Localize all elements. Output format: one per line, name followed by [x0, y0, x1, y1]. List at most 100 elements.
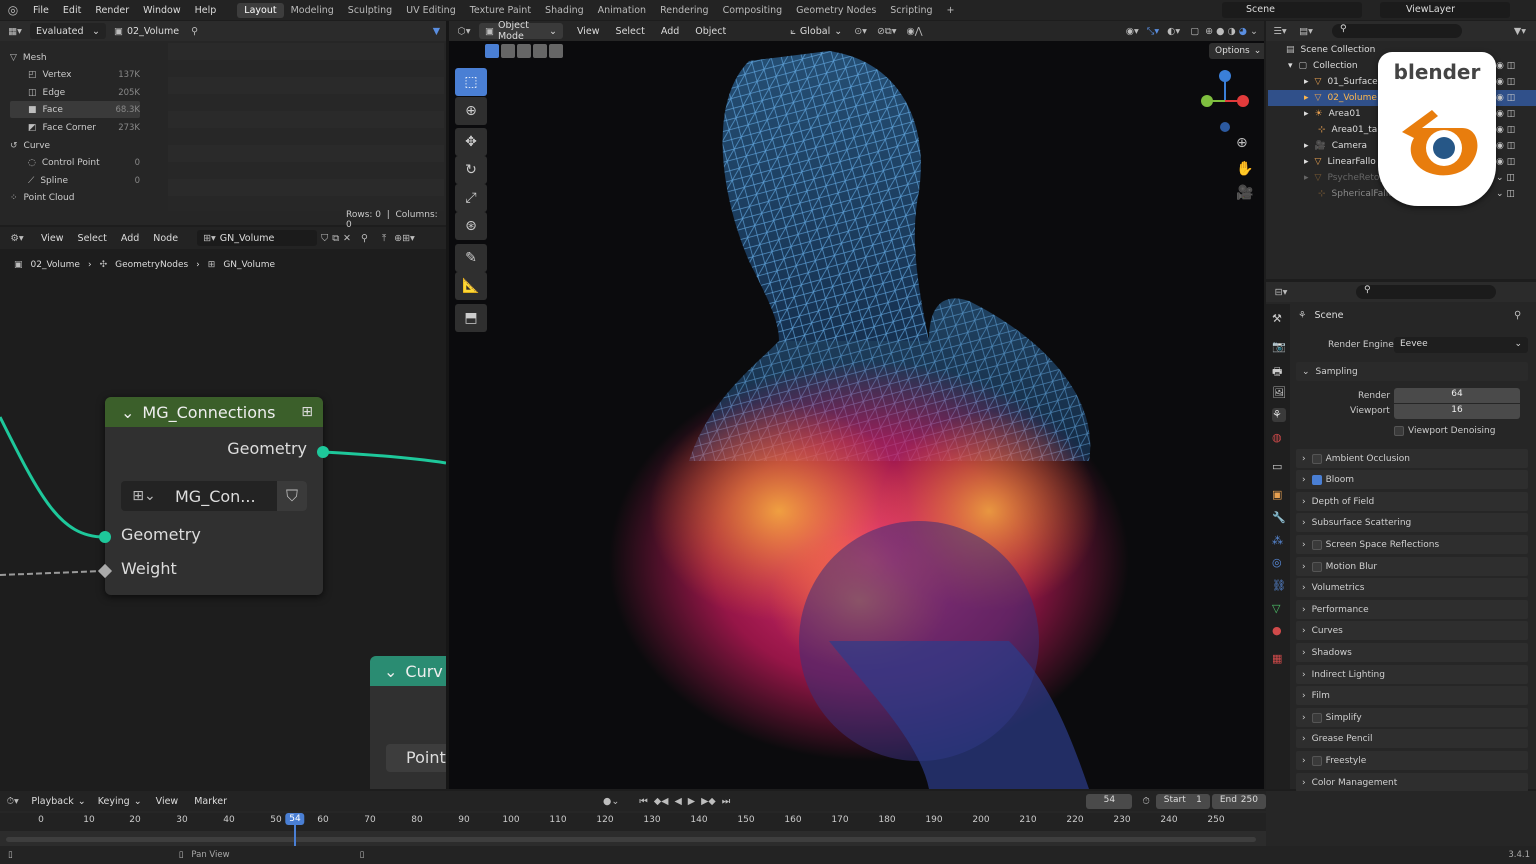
shading-material-icon[interactable]: ◑: [1227, 26, 1235, 37]
panel-bloom[interactable]: › Bloom: [1296, 470, 1528, 489]
tab-uv-editing[interactable]: UV Editing: [399, 3, 463, 18]
tab-modeling[interactable]: Modeling: [284, 3, 341, 18]
tree-vertex[interactable]: ◰ Vertex 137K: [28, 66, 140, 83]
material-tab-icon[interactable]: ●: [1272, 624, 1286, 638]
pan-hand-icon[interactable]: ✋: [1236, 161, 1253, 177]
start-frame-field[interactable]: Start 1: [1155, 793, 1210, 809]
render-samples-field[interactable]: 64: [1394, 388, 1520, 403]
socket-geometry-in[interactable]: [99, 531, 111, 543]
outliner-visibility-column[interactable]: ◉ ◫ ◉ ◫ ◉ ◫ ◉ ◫ ◉ ◫ ◉ ◫ ◉ ◫ ⌄ ◫ ⌄ ◫: [1496, 58, 1532, 199]
gizmo-icon[interactable]: ⤡▾: [1147, 26, 1159, 37]
panel-subsurface-scattering[interactable]: › Subsurface Scattering: [1296, 513, 1528, 532]
tree-spline[interactable]: ⟋ Spline 0: [28, 172, 140, 189]
shading-rendered-icon[interactable]: ◕: [1239, 26, 1247, 37]
modifier-tab-icon[interactable]: 🔧: [1272, 511, 1286, 525]
tab-geometry-nodes[interactable]: Geometry Nodes: [789, 3, 883, 18]
play-reverse-icon[interactable]: ◀: [674, 796, 681, 807]
panel-simplify[interactable]: › Simplify: [1296, 708, 1528, 727]
blender-icon[interactable]: ◎: [0, 3, 26, 17]
panel-shadows[interactable]: › Shadows: [1296, 643, 1528, 662]
link-geometry-in[interactable]: [0, 416, 105, 539]
socket-geometry-out[interactable]: [317, 446, 329, 458]
ambient-occlusion-checkbox[interactable]: [1311, 453, 1322, 464]
panel-curves[interactable]: › Curves: [1296, 621, 1528, 640]
tree-edge[interactable]: ◫ Edge 205K: [28, 84, 140, 101]
panel-freestyle[interactable]: › Freestyle: [1296, 751, 1528, 770]
next-keyframe-icon[interactable]: ▶◆: [701, 796, 716, 807]
xray-icon[interactable]: ▢: [1190, 26, 1199, 37]
pin-icon[interactable]: ⚲: [191, 26, 198, 37]
simplify-checkbox[interactable]: [1311, 712, 1322, 723]
select-box-tool[interactable]: ⬚: [455, 68, 487, 96]
freestyle-checkbox[interactable]: [1311, 755, 1322, 766]
pin-icon[interactable]: ⚲: [1514, 310, 1521, 321]
tool-tab-icon[interactable]: ⚒: [1272, 312, 1286, 326]
panel-film[interactable]: › Film: [1296, 686, 1528, 705]
playhead-frame[interactable]: 54: [285, 813, 305, 825]
editor-type-icon[interactable]: ⏱▾: [0, 796, 25, 807]
tree-curve[interactable]: ↺ Curve: [10, 137, 140, 154]
world-tab-icon[interactable]: ◍: [1272, 431, 1286, 445]
fake-user-shield-icon[interactable]: ⛉: [277, 481, 307, 511]
collapse-icon[interactable]: ⌄: [121, 403, 134, 422]
add-cube-tool[interactable]: ⬒: [455, 304, 487, 332]
render-engine-dropdown[interactable]: Eevee ⌄: [1394, 337, 1528, 353]
menu-edit[interactable]: Edit: [56, 5, 88, 16]
prev-keyframe-icon[interactable]: ◆◀: [654, 796, 669, 807]
end-frame-field[interactable]: End 250: [1211, 793, 1266, 809]
camera-view-icon[interactable]: 🎥: [1236, 185, 1253, 201]
menu-view[interactable]: View: [569, 26, 608, 37]
viewport-samples-field[interactable]: 16: [1394, 404, 1520, 419]
tab-layout[interactable]: Layout: [237, 2, 284, 18]
tab-shading[interactable]: Shading: [538, 3, 591, 18]
navigation-gizmo[interactable]: [1195, 67, 1255, 137]
tab-compositing[interactable]: Compositing: [716, 3, 790, 18]
panel-motion-blur[interactable]: › Motion Blur: [1296, 557, 1528, 576]
editor-type-icon[interactable]: ▦▾: [0, 26, 30, 37]
panel-grease-pencil[interactable]: › Grease Pencil: [1296, 729, 1528, 748]
panel-volumetrics[interactable]: › Volumetrics: [1296, 578, 1528, 597]
cursor-tool[interactable]: ⊕: [455, 97, 487, 125]
ssr-checkbox[interactable]: [1311, 539, 1322, 550]
node-field[interactable]: Point: [386, 744, 446, 772]
menu-view[interactable]: View: [148, 796, 187, 807]
link-weight-in[interactable]: [0, 570, 105, 576]
output-tab-icon[interactable]: 🖶: [1272, 363, 1286, 378]
scene-tab-icon[interactable]: ⚘: [1272, 408, 1286, 422]
link-geometry-out[interactable]: [322, 450, 446, 465]
properties-search[interactable]: ⚲: [1356, 285, 1496, 299]
node-mg-connections[interactable]: ⌄ MG_Connections ⊞ Geometry ⊞⌄ MG_Con...…: [105, 397, 323, 595]
pivot-icon[interactable]: ⊙▾: [854, 26, 867, 37]
menu-window[interactable]: Window: [136, 5, 187, 16]
node-group-dropdown-icon[interactable]: ⊞⌄: [121, 488, 167, 504]
tree-point-cloud[interactable]: ⁘ Point Cloud: [10, 189, 140, 206]
constraint-tab-icon[interactable]: ⛓: [1272, 579, 1286, 593]
transform-tool[interactable]: ⊛: [455, 212, 487, 240]
motion-blur-checkbox[interactable]: [1311, 561, 1322, 572]
shading-dropdown-icon[interactable]: ⌄: [1250, 26, 1258, 37]
menu-object[interactable]: Object: [687, 26, 734, 37]
render-tab-icon[interactable]: 📷: [1272, 340, 1286, 354]
mode-dropdown[interactable]: ▣ Object Mode ⌄: [479, 21, 563, 42]
tab-animation[interactable]: Animation: [591, 3, 653, 18]
tab-rendering[interactable]: Rendering: [653, 3, 716, 18]
node-header[interactable]: ⌄ Curv: [370, 656, 446, 686]
menu-add[interactable]: Add: [653, 26, 687, 37]
display-mode-icon[interactable]: ▤▾: [1294, 26, 1318, 37]
scale-tool[interactable]: ⤢: [455, 184, 487, 212]
collection-tab-icon[interactable]: ▭: [1272, 460, 1286, 474]
outliner-search[interactable]: ⚲: [1332, 24, 1462, 38]
data-tab-icon[interactable]: ▽: [1272, 602, 1286, 616]
overlay-icon[interactable]: ◐▾: [1167, 26, 1180, 37]
node-editor[interactable]: ⚙▾ View Select Add Node ⊞▾ GN_Volume ⛉ ⧉ …: [0, 227, 446, 789]
particles-tab-icon[interactable]: ⁂: [1272, 534, 1286, 548]
panel-depth-of-field[interactable]: › Depth of Field: [1296, 492, 1528, 511]
viewport-3d[interactable]: ⬡▾ ▣ Object Mode ⌄ View Select Add Object …: [449, 21, 1264, 789]
menu-marker[interactable]: Marker: [186, 796, 235, 807]
measure-tool[interactable]: 📐: [455, 272, 487, 300]
menu-file[interactable]: File: [26, 5, 56, 16]
jump-end-icon[interactable]: ⏭: [722, 796, 731, 807]
zoom-icon[interactable]: ⊕: [1236, 135, 1248, 151]
play-icon[interactable]: ▶: [688, 796, 695, 807]
editor-type-icon[interactable]: ⬡▾: [449, 26, 479, 37]
